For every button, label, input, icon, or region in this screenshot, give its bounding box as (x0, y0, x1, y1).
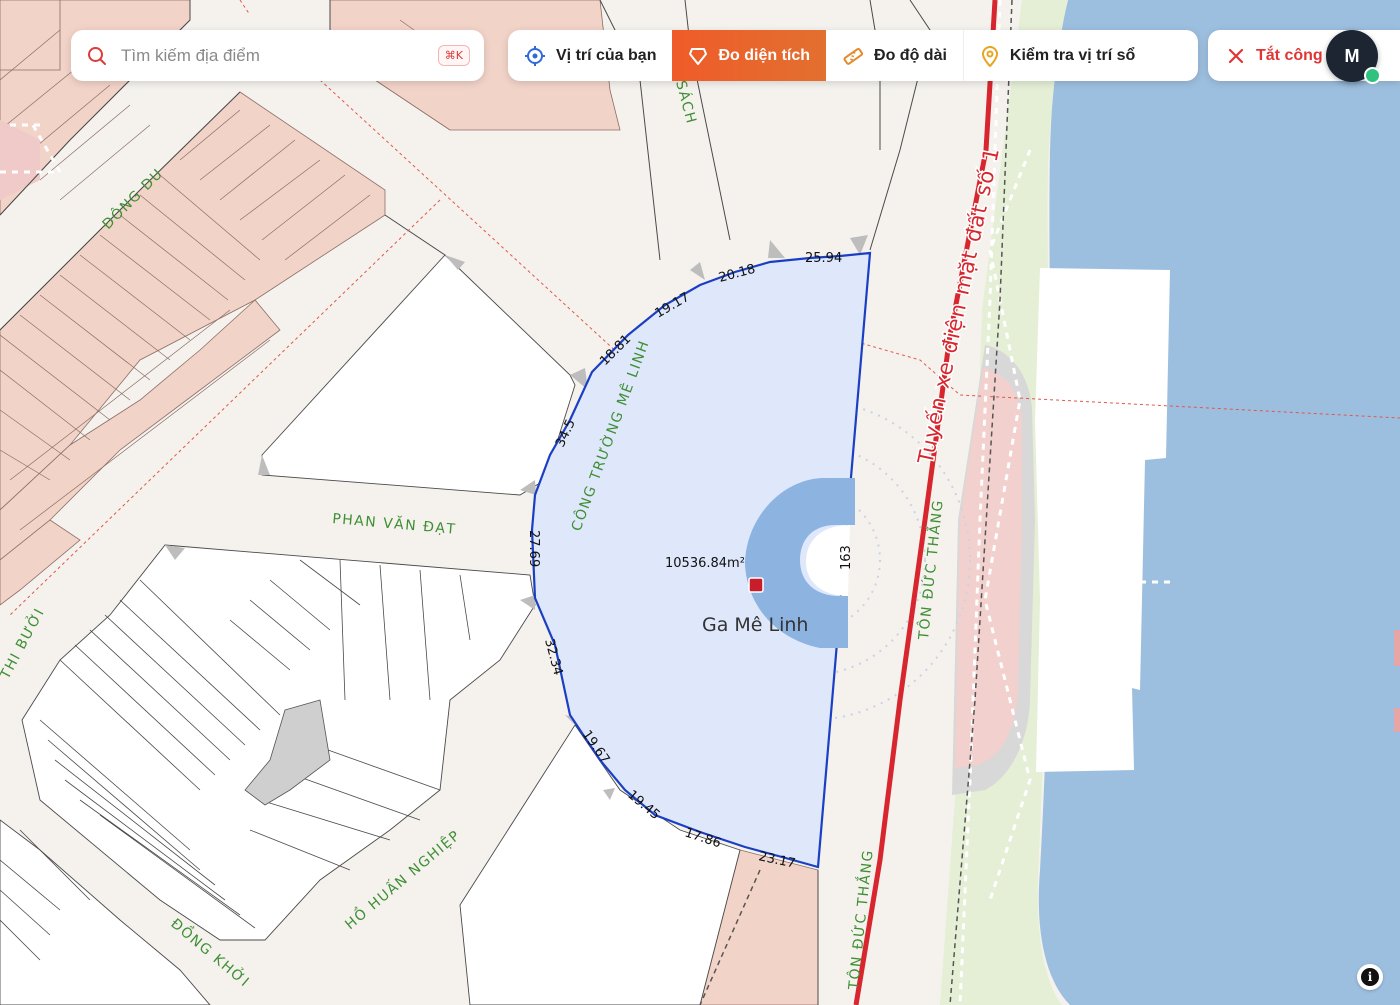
info-button[interactable]: i (1357, 964, 1383, 990)
area-value: 10536.84m² (665, 556, 745, 571)
pier-mark (1394, 630, 1400, 666)
segment-length: 27.69 (526, 530, 541, 567)
search-icon (88, 46, 106, 65)
locate-icon (525, 45, 545, 66)
search-input[interactable] (119, 44, 438, 67)
polygon-icon (689, 47, 708, 65)
your-location-button[interactable]: Vị trí của bạn (508, 30, 672, 81)
measure-length-label: Đo độ dài (874, 46, 947, 64)
measure-length-button[interactable]: Đo độ dài (826, 30, 963, 81)
map-canvas[interactable]: ĐÔNG DU SÁCH CÔNG TRƯỜNG MÊ LINH PHAN VĂ… (0, 0, 1400, 1005)
check-location-label: Kiểm tra vị trí sổ (1009, 46, 1136, 64)
close-icon (1228, 48, 1244, 63)
map-pin-icon (981, 45, 998, 67)
info-icon: i (1361, 968, 1379, 986)
check-location-button[interactable]: Kiểm tra vị trí sổ (964, 30, 1151, 81)
segment-length: 25.94 (805, 251, 842, 266)
ruler-icon (843, 47, 864, 65)
station-name: Ga Mê Linh (702, 614, 808, 636)
search-box[interactable]: ⌘K (71, 30, 484, 81)
station-marker[interactable] (748, 577, 764, 593)
measure-toolbar: Vị trí của bạn Đo diện tích Đo độ dài Ki… (508, 30, 1198, 81)
avatar-initial: M (1344, 45, 1360, 66)
pier-mark (1394, 708, 1400, 732)
turn-off-label: Tắt công (1256, 46, 1323, 64)
measure-area-button[interactable]: Đo diện tích (672, 30, 827, 81)
shortcut-badge: ⌘K (437, 45, 470, 66)
online-status-dot (1364, 67, 1381, 84)
measure-area-label: Đo diện tích (718, 46, 811, 64)
segment-length: 163 (839, 545, 854, 570)
your-location-label: Vị trí của bạn (556, 46, 657, 64)
